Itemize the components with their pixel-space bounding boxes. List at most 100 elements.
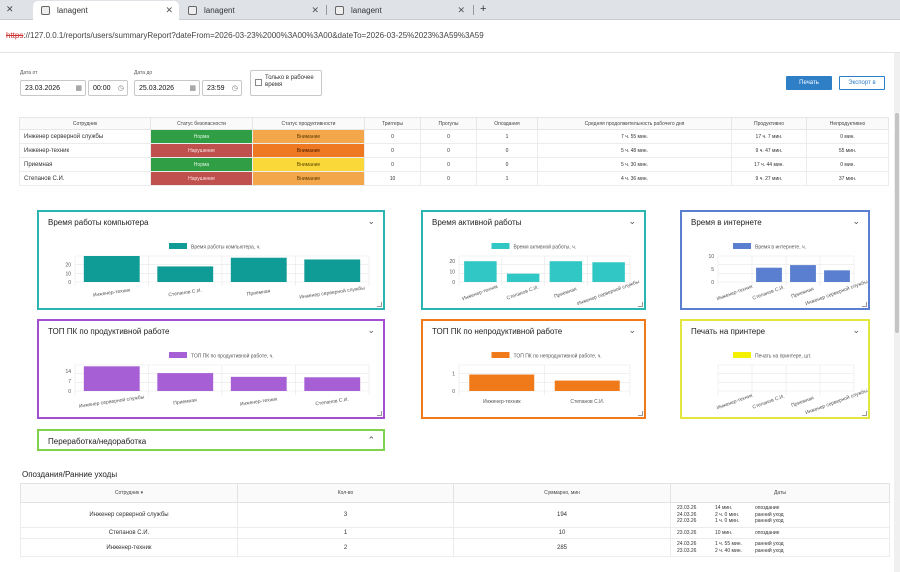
page-scrollbar[interactable]	[894, 53, 900, 572]
summary-header-7[interactable]: Продуктивно	[731, 117, 807, 130]
x-tick-label: Инженер серверной службы	[78, 393, 145, 409]
summary-cell-triggers: 10	[364, 171, 421, 186]
bar[interactable]	[230, 376, 287, 391]
summary-cell-productive: 17 ч. 44 мин.	[731, 157, 807, 172]
calendar-icon[interactable]: ▦	[75, 84, 82, 92]
late-date-entry: 23.03.26 2 ч. 40 мин. ранний уход	[677, 548, 889, 555]
summary-cell-avg: 4 ч. 36 мин.	[537, 171, 732, 186]
x-tick-label: Инженер-техник	[716, 393, 754, 412]
x-tick-label: Приемная	[173, 397, 198, 406]
x-tick-label: Степанов С.И.	[752, 393, 786, 410]
tab-label: lanagent	[57, 6, 88, 15]
chevron-icon[interactable]: ⌃	[367, 435, 375, 446]
summary-row[interactable]: Инженер-техник Нарушение Внимание 0 0 0 5 ч. 4…	[19, 143, 889, 158]
summary-header-1[interactable]: Статус безопасности	[150, 117, 253, 130]
address-bar[interactable]: https://127.0.0.1/reports/users/summaryR…	[0, 20, 900, 53]
bar-chart: ТОП ПК по продуктивной работе, ч. 14 7 0 Инж…	[65, 352, 370, 410]
summary-cell-prod: Внимание	[252, 129, 365, 144]
panel-top-unproductive: ТОП ПК по непродуктивной работе ⌄ ТОП ПК п…	[421, 319, 646, 419]
calendar-icon[interactable]: ▦	[189, 84, 196, 92]
bar[interactable]	[506, 273, 540, 282]
summary-cell-prod: Внимание	[252, 171, 365, 186]
bar[interactable]	[464, 261, 497, 282]
x-tick-label: Степанов С.И.	[506, 284, 540, 301]
late-cell-name: Степанов С.И.	[20, 526, 238, 539]
summary-row[interactable]: Приемная Норма Внимание 0 0 0 5 ч. 30 мин. 17 ч…	[19, 157, 889, 172]
bar[interactable]	[230, 257, 287, 282]
bar[interactable]	[469, 374, 535, 391]
bar[interactable]	[157, 373, 214, 391]
bar[interactable]	[83, 366, 140, 391]
late-kind: опоздание	[755, 529, 780, 536]
summary-cell-name: Инженер серверной службы	[19, 129, 151, 144]
browser-tab-2[interactable]: lanagent ✕	[180, 1, 325, 20]
tab-favicon-icon	[188, 6, 197, 15]
summary-header-6[interactable]: Средняя продолжительность рабочего дня	[537, 117, 732, 130]
summary-cell-triggers: 0	[364, 143, 421, 158]
print-button[interactable]: Печать	[786, 76, 832, 90]
bar[interactable]	[592, 262, 625, 282]
summary-header-4[interactable]: Прогулы	[420, 117, 477, 130]
late-row[interactable]: Инженер серверной службы 3 194 23.03.26 14 м…	[20, 502, 890, 528]
bar[interactable]	[549, 261, 583, 282]
export-button[interactable]: Экспорт в	[839, 76, 885, 90]
close-window-icon[interactable]: ✕	[6, 4, 14, 15]
late-cell-total: 194	[453, 502, 671, 528]
bar[interactable]	[824, 270, 850, 282]
bar[interactable]	[756, 267, 782, 282]
bar[interactable]	[304, 259, 361, 282]
bar[interactable]	[157, 266, 214, 282]
summary-cell-prod: Внимание	[252, 143, 365, 158]
summary-header-0[interactable]: Сотрудник	[19, 117, 151, 130]
summary-header-5[interactable]: Опоздания	[476, 117, 538, 130]
y-tick-label: 5	[711, 267, 714, 273]
browser-tab-1[interactable]: lanagent ✕	[33, 1, 179, 20]
time-from-input[interactable]: 00:00 ◷	[88, 80, 128, 96]
late-row[interactable]: Степанов С.И. 1 10 23.03.26 10 мин. опоздание	[20, 526, 890, 539]
bar[interactable]	[554, 380, 620, 391]
clock-icon[interactable]: ◷	[118, 84, 124, 92]
date-to-input[interactable]: 25.03.2026 ▦	[134, 80, 200, 96]
bar[interactable]	[83, 256, 140, 282]
late-header-dates: Даты	[670, 483, 890, 503]
x-tick-label: Инженер-техник	[483, 399, 521, 405]
new-tab-button[interactable]: +	[480, 3, 486, 15]
tab-close-icon[interactable]: ✕	[311, 5, 319, 16]
summary-header-8[interactable]: Непродуктивно	[806, 117, 889, 130]
summary-cell-triggers: 0	[364, 129, 421, 144]
summary-header-3[interactable]: Триггеры	[364, 117, 421, 130]
late-duration: 2 ч. 40 мин.	[715, 547, 742, 554]
legend-label: Печать на принтере, шт.	[755, 354, 811, 360]
work-time-only-checkbox[interactable]: Только в рабочее время	[250, 70, 322, 96]
y-tick-label: 20	[449, 259, 455, 265]
tab-close-icon[interactable]: ✕	[457, 5, 465, 16]
tab-favicon-icon	[41, 6, 50, 15]
summary-cell-avg: 5 ч. 48 мин.	[537, 143, 732, 158]
x-tick-label: Приемная	[791, 395, 816, 409]
summary-cell-unproductive: 37 мин.	[806, 171, 889, 186]
summary-row[interactable]: Инженер серверной службы Норма Внимание 0 0 1…	[19, 129, 889, 144]
late-header-employee[interactable]: Сотрудник ▾	[20, 483, 238, 503]
panel-active-time: Время активной работы ⌄ Время активной раб…	[421, 210, 646, 310]
summary-cell-sec: Норма	[150, 129, 253, 144]
bar[interactable]	[790, 265, 816, 282]
date-from-input[interactable]: 23.03.2026 ▦	[20, 80, 86, 96]
summary-row[interactable]: Степанов С.И. Нарушение Внимание 10 0 1 4 ч. 3…	[19, 171, 889, 186]
sort-icon[interactable]: ▾	[141, 490, 144, 496]
legend-swatch	[733, 243, 751, 249]
browser-tab-bar: ✕ lanagent ✕ lanagent ✕ lanagent ✕ +	[0, 0, 900, 20]
clock-icon[interactable]: ◷	[232, 84, 238, 92]
tab-favicon-icon	[335, 6, 344, 15]
url-text[interactable]: https://127.0.0.1/reports/users/summaryR…	[6, 31, 484, 40]
scrollbar-thumb[interactable]	[895, 113, 899, 333]
checkbox-box[interactable]	[255, 79, 262, 86]
bar[interactable]	[304, 377, 361, 391]
summary-cell-late: 1	[476, 129, 538, 144]
late-cell-name: Инженер серверной службы	[20, 502, 238, 528]
late-date: 23.03.26	[677, 547, 697, 554]
tab-close-icon[interactable]: ✕	[165, 5, 173, 16]
browser-tab-3[interactable]: lanagent ✕	[327, 1, 471, 20]
late-row[interactable]: Инженер-техник 2 285 24.03.26 1 ч. 55 мин. ра…	[20, 538, 890, 557]
time-to-input[interactable]: 23:59 ◷	[202, 80, 242, 96]
summary-header-2[interactable]: Статус продуктивности	[252, 117, 365, 130]
